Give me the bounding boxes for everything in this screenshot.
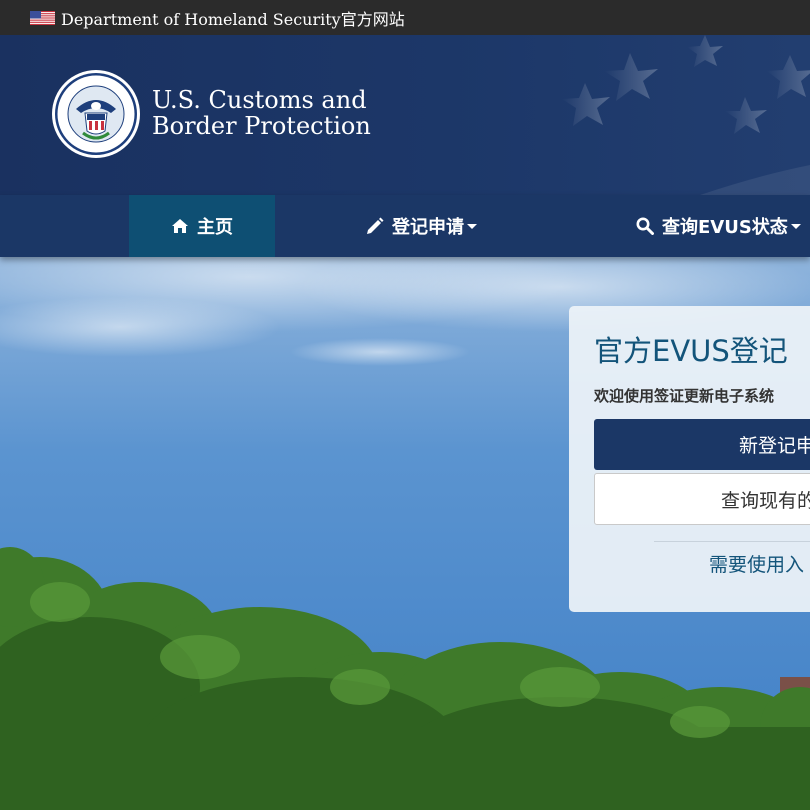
nav-status-label: 查询EVUS状态 [662,217,788,238]
new-application-button[interactable]: 新登记申 [594,419,810,470]
evus-card: 官方EVUS登记 欢迎使用签证更新电子系统 新登记申 查询现有的 需要使用入 [569,306,810,612]
chevron-down-icon [467,223,477,229]
gov-banner: Department of Homeland Security官方网站 [0,0,810,35]
nav-home-label: 主页 [197,217,233,238]
dhs-seal-icon [52,70,140,158]
agency-name: U.S. Customs and Border Protection [152,87,371,139]
check-existing-button[interactable]: 查询现有的 [594,473,810,525]
main-nav: 主页 登记申请 查询EVUS状态 [0,195,810,257]
us-flag-icon [30,11,55,25]
nav-home[interactable]: 主页 [129,195,275,257]
agency-name-line2: Border Protection [152,112,371,140]
gov-banner-text: Department of Homeland Security官方网站 [61,10,405,29]
agency-name-line1: U.S. Customs and [152,86,367,114]
nav-status[interactable]: 查询EVUS状态 [636,195,801,257]
search-icon [636,217,654,235]
nav-register[interactable]: 登记申请 [366,195,477,257]
card-content: 官方EVUS登记 欢迎使用签证更新电子系统 新登记申 查询现有的 需要使用入 [569,306,810,612]
card-divider [654,541,810,542]
help-link[interactable]: 需要使用入 [709,550,804,577]
pencil-icon [367,217,384,234]
card-title: 官方EVUS登记 [594,334,788,368]
chevron-down-icon [790,223,801,229]
home-icon [172,219,188,233]
card-subtitle: 欢迎使用签证更新电子系统 [594,387,775,405]
nav-register-label: 登记申请 [392,217,464,238]
site-header: U.S. Customs and Border Protection [0,35,810,195]
